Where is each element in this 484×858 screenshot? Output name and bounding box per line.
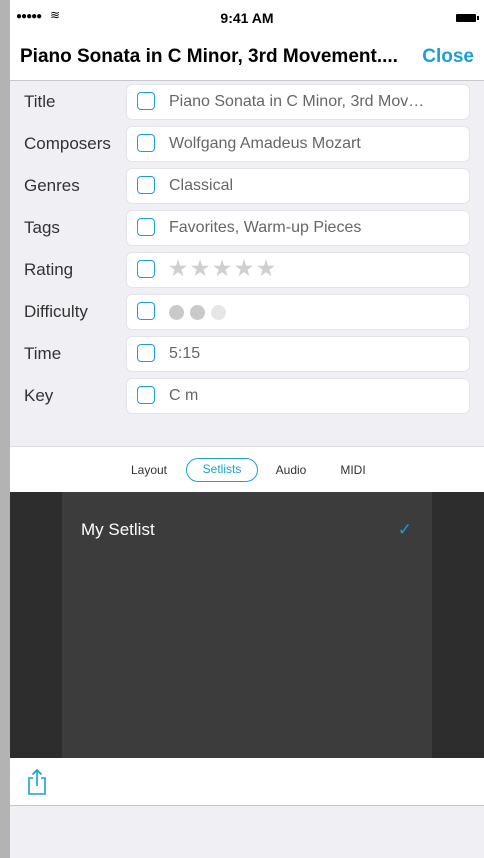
bottom-area bbox=[10, 806, 484, 858]
status-time: 9:41 AM bbox=[220, 10, 274, 26]
tags-value: Favorites, Warm-up Pieces bbox=[169, 219, 362, 236]
segmented-tabs: Layout Setlists Audio MIDI bbox=[10, 446, 484, 493]
difficulty-field[interactable] bbox=[126, 294, 470, 330]
setlist-item[interactable]: My Setlist ✓ bbox=[62, 492, 432, 566]
setlist-list: My Setlist ✓ bbox=[62, 492, 432, 758]
key-checkbox[interactable] bbox=[137, 386, 155, 404]
field-row-genres: Genres Classical bbox=[10, 165, 484, 207]
close-button[interactable]: Close bbox=[422, 46, 474, 68]
tab-audio[interactable]: Audio bbox=[269, 458, 313, 482]
time-checkbox[interactable] bbox=[137, 344, 155, 362]
key-field[interactable]: C m bbox=[126, 378, 470, 414]
genres-value: Classical bbox=[169, 177, 234, 194]
field-label: Difficulty bbox=[24, 302, 88, 321]
checkmark-icon: ✓ bbox=[397, 520, 412, 539]
navigation-bar: Piano Sonata in C Minor, 3rd Movement...… bbox=[10, 36, 484, 81]
battery-icon bbox=[456, 14, 479, 22]
key-value: C m bbox=[169, 387, 199, 404]
genres-field[interactable]: Classical bbox=[126, 168, 470, 204]
tab-layout[interactable]: Layout bbox=[123, 458, 175, 482]
field-label: Key bbox=[24, 386, 54, 405]
bottom-toolbar bbox=[10, 758, 484, 806]
difficulty-checkbox[interactable] bbox=[137, 302, 155, 320]
field-label: Time bbox=[24, 344, 62, 363]
star-icon[interactable]: ★ bbox=[189, 255, 211, 282]
field-row-tags: Tags Favorites, Warm-up Pieces bbox=[10, 207, 484, 249]
star-icon[interactable]: ★ bbox=[233, 255, 255, 282]
field-row-composers: Composers Wolfgang Amadeus Mozart bbox=[10, 123, 484, 165]
share-icon[interactable] bbox=[26, 768, 48, 796]
difficulty-dot[interactable] bbox=[169, 305, 184, 320]
field-row-difficulty: Difficulty bbox=[10, 291, 484, 333]
tags-field[interactable]: Favorites, Warm-up Pieces bbox=[126, 210, 470, 246]
field-label: Tags bbox=[24, 218, 60, 237]
rating-checkbox[interactable] bbox=[137, 260, 155, 278]
composers-checkbox[interactable] bbox=[137, 134, 155, 152]
status-bar: ●●●●● ≋ 9:41 AM bbox=[10, 0, 484, 36]
tab-midi[interactable]: MIDI bbox=[330, 458, 376, 482]
field-label: Genres bbox=[24, 176, 80, 195]
field-row-key: Key C m bbox=[10, 375, 484, 417]
tab-setlists[interactable]: Setlists bbox=[186, 458, 258, 482]
setlist-area: My Setlist ✓ bbox=[10, 492, 484, 758]
screen: ●●●●● ≋ 9:41 AM Piano Sonata in C Minor,… bbox=[10, 0, 484, 858]
rating-field[interactable]: ★★★★★ bbox=[126, 252, 470, 288]
field-label: Composers bbox=[24, 134, 111, 153]
difficulty-dots[interactable] bbox=[169, 305, 232, 325]
title-value: Piano Sonata in C Minor, 3rd Mov… bbox=[169, 93, 425, 110]
composers-field[interactable]: Wolfgang Amadeus Mozart bbox=[126, 126, 470, 162]
field-label: Rating bbox=[24, 260, 74, 279]
time-field[interactable]: 5:15 bbox=[126, 336, 470, 372]
field-row-title: Title Piano Sonata in C Minor, 3rd Mov… bbox=[10, 81, 484, 123]
title-field[interactable]: Piano Sonata in C Minor, 3rd Mov… bbox=[126, 84, 470, 120]
field-row-time: Time 5:15 bbox=[10, 333, 484, 375]
difficulty-dot[interactable] bbox=[211, 305, 226, 320]
setlist-name: My Setlist bbox=[81, 520, 155, 539]
page-title: Piano Sonata in C Minor, 3rd Movement...… bbox=[20, 46, 398, 67]
star-icon[interactable]: ★ bbox=[255, 255, 277, 282]
time-value: 5:15 bbox=[169, 345, 201, 362]
metadata-fields: Title Piano Sonata in C Minor, 3rd Mov… … bbox=[10, 81, 484, 445]
field-row-rating: Rating ★★★★★ bbox=[10, 249, 484, 291]
title-checkbox[interactable] bbox=[137, 92, 155, 110]
composers-value: Wolfgang Amadeus Mozart bbox=[169, 135, 361, 152]
tags-checkbox[interactable] bbox=[137, 218, 155, 236]
genres-checkbox[interactable] bbox=[137, 176, 155, 194]
star-icon[interactable]: ★ bbox=[211, 255, 233, 282]
star-icon[interactable]: ★ bbox=[167, 255, 189, 282]
difficulty-dot[interactable] bbox=[190, 305, 205, 320]
field-label: Title bbox=[24, 92, 56, 111]
rating-stars[interactable]: ★★★★★ bbox=[167, 255, 277, 282]
